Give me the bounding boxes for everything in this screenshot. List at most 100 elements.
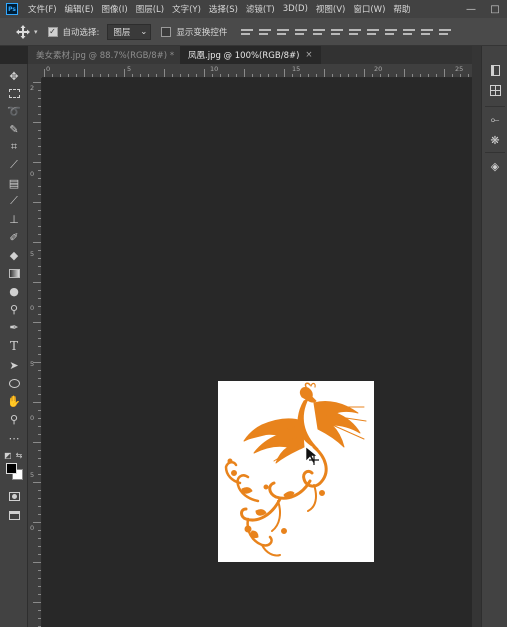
menu-window[interactable]: 窗口(W): [349, 3, 389, 15]
ruler-tick: [252, 74, 253, 77]
align-left-icon[interactable]: [295, 26, 308, 38]
gradient-tool-icon[interactable]: [4, 265, 24, 281]
menu-filter[interactable]: 滤镜(T): [242, 3, 279, 15]
ellipse-tool-icon[interactable]: [4, 375, 24, 391]
screen-mode-icon[interactable]: [4, 507, 24, 523]
ruler-tick: [84, 69, 85, 77]
align-right-icon[interactable]: [331, 26, 344, 38]
menu-image[interactable]: 图像(I): [98, 3, 132, 15]
lasso-tool-icon[interactable]: ➰: [4, 103, 24, 119]
menu-view[interactable]: 视图(V): [312, 3, 349, 15]
vertical-ruler[interactable]: 2 0 5 0 5 0 5 0: [28, 78, 42, 627]
close-icon[interactable]: ×: [305, 50, 312, 60]
tools-panel: ✥ ➰ ✎ ⌗ ⟋ ▤ ⟋ ⊥ ✐ ◆ ● ⚲ ✒ T ➤ ✋ ⚲ ⋯ ◩ ⇆: [0, 64, 28, 627]
menu-edit[interactable]: 编辑(E): [61, 3, 98, 15]
distribute-hcenter-icon[interactable]: [421, 26, 434, 38]
grid-icon[interactable]: [487, 82, 503, 98]
ruler-tick: [38, 418, 41, 419]
auto-select-target-value: 图层: [113, 27, 131, 38]
move-tool-preset-icon[interactable]: [12, 21, 34, 43]
ruler-tick: [68, 74, 69, 77]
distribute-right-icon[interactable]: [439, 26, 452, 38]
eraser-tool-icon[interactable]: ◆: [4, 247, 24, 263]
tab-title: 凤凰.jpg @ 100%(RGB/8#): [188, 51, 300, 61]
horizontal-ruler[interactable]: 0 5 10 15 20 25: [42, 64, 472, 78]
align-top-icon[interactable]: [241, 26, 254, 38]
chevron-down-icon[interactable]: ▾: [34, 28, 38, 36]
path-select-icon[interactable]: ➤: [4, 357, 24, 373]
ruler-tick: [33, 202, 41, 203]
crop-tool-icon[interactable]: ⌗: [4, 139, 24, 155]
ruler-tick: [316, 74, 317, 77]
healing-brush-icon[interactable]: ▤: [4, 175, 24, 191]
layers-icon[interactable]: ◈: [487, 158, 503, 174]
show-transform-checkbox[interactable]: [161, 26, 172, 37]
tab-document-active[interactable]: 凤凰.jpg @ 100%(RGB/8#) ×: [180, 46, 321, 64]
ruler-tick: [33, 522, 41, 523]
history-brush-icon[interactable]: ✐: [4, 229, 24, 245]
dodge-tool-icon[interactable]: ⚲: [4, 301, 24, 317]
menu-select[interactable]: 选择(S): [205, 3, 242, 15]
ruler-tick: [284, 69, 285, 77]
ruler-tick: [396, 74, 397, 77]
ruler-tick: [38, 98, 41, 99]
document-canvas[interactable]: [218, 381, 374, 562]
ruler-tick: [44, 69, 45, 77]
ruler-tick: [38, 570, 41, 571]
panel-divider: [485, 106, 505, 107]
quick-select-tool-icon[interactable]: ✎: [4, 121, 24, 137]
properties-icon[interactable]: [487, 62, 503, 78]
swap-colors-icon[interactable]: ⇆: [14, 447, 24, 463]
move-tool-icon[interactable]: ✥: [4, 68, 24, 84]
ruler-tick: [38, 370, 41, 371]
distribute-left-icon[interactable]: [403, 26, 416, 38]
document-tabs: 美女素材.jpg @ 88.7%(RGB/8#) * 凤凰.jpg @ 100%…: [28, 46, 472, 64]
distribute-bottom-icon[interactable]: [385, 26, 398, 38]
menu-layer[interactable]: 图层(L): [132, 3, 168, 15]
menu-help[interactable]: 帮助: [389, 3, 414, 15]
hand-tool-icon[interactable]: ✋: [4, 393, 24, 409]
ruler-tick: [236, 74, 237, 77]
quick-mask-icon[interactable]: [4, 488, 24, 504]
ruler-tick: [428, 74, 429, 77]
ruler-tick: [38, 266, 41, 267]
ruler-tick: [38, 298, 41, 299]
zoom-tool-icon[interactable]: ⚲: [4, 411, 24, 427]
marquee-tool-icon[interactable]: [4, 85, 24, 101]
auto-select-label: 自动选择:: [62, 27, 100, 38]
minimize-button[interactable]: —: [459, 0, 483, 18]
distribute-top-icon[interactable]: [349, 26, 362, 38]
foreground-color-swatch[interactable]: [6, 463, 17, 474]
ruler-tick: [38, 426, 41, 427]
ruler-tick: [38, 210, 41, 211]
align-hcenter-icon[interactable]: [313, 26, 326, 38]
pen-tool-icon[interactable]: ✒: [4, 319, 24, 335]
ruler-tick: [38, 106, 41, 107]
tab-document-inactive[interactable]: 美女素材.jpg @ 88.7%(RGB/8#) *: [28, 46, 180, 64]
ruler-label: 5: [30, 250, 35, 258]
brush-tool-icon[interactable]: ⟋: [4, 193, 24, 209]
ruler-label: 5: [30, 471, 35, 479]
menu-file[interactable]: 文件(F): [24, 3, 61, 15]
maximize-button[interactable]: □: [483, 0, 507, 18]
channels-icon[interactable]: ❋: [487, 132, 503, 148]
ruler-tick: [33, 122, 41, 123]
clone-stamp-icon[interactable]: ⊥: [4, 211, 24, 227]
vertical-scrollbar[interactable]: [472, 46, 481, 627]
auto-select-checkbox[interactable]: ✓: [47, 26, 58, 37]
more-tools-icon[interactable]: ⋯: [4, 430, 24, 446]
eyedropper-tool-icon[interactable]: ⟋: [4, 157, 24, 173]
paths-icon[interactable]: ⟜: [487, 112, 503, 128]
align-vcenter-icon[interactable]: [259, 26, 272, 38]
ruler-tick: [164, 69, 165, 77]
menu-3d[interactable]: 3D(D): [279, 4, 312, 14]
auto-select-target-dropdown[interactable]: 图层 ⌄: [107, 23, 152, 40]
ruler-tick: [332, 74, 333, 77]
canvas-area[interactable]: [42, 78, 472, 627]
blur-tool-icon[interactable]: ●: [4, 283, 24, 299]
distribute-vcenter-icon[interactable]: [367, 26, 380, 38]
type-tool-icon[interactable]: T: [4, 338, 24, 354]
menu-type[interactable]: 文字(Y): [168, 3, 205, 15]
align-bottom-icon[interactable]: [277, 26, 290, 38]
ruler-tick: [38, 386, 41, 387]
